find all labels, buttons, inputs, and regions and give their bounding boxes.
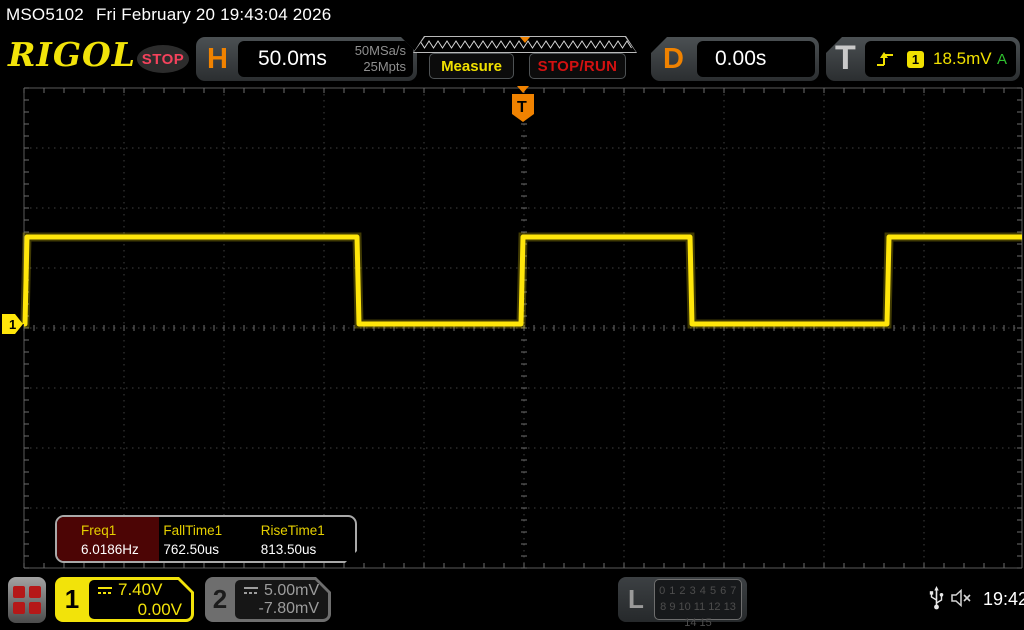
channel2-number: 2 bbox=[205, 577, 235, 622]
channel2-offset: -7.80mV bbox=[243, 600, 319, 618]
channel1-marker-label: 1 bbox=[9, 317, 16, 332]
red-tiles-icon bbox=[13, 586, 41, 614]
trigger-position-arrow-icon bbox=[517, 86, 529, 93]
channel1-values: 7.40V 0.00V bbox=[89, 580, 191, 619]
digital-channel-list: 0 1 2 3 4 5 6 7 8 9 10 11 12 13 14 15 bbox=[654, 579, 742, 620]
measurement-risetime1[interactable]: RiseTime1 813.50us bbox=[257, 517, 355, 561]
channel2-badge[interactable]: 2 5.00mV -7.80mV bbox=[205, 577, 331, 622]
digital-row-8-15: 8 9 10 11 12 13 14 15 bbox=[655, 600, 741, 630]
digital-channels-badge[interactable]: L 0 1 2 3 4 5 6 7 8 9 10 11 12 13 14 15 bbox=[618, 577, 747, 622]
digital-row-0-7: 0 1 2 3 4 5 6 7 bbox=[655, 584, 741, 600]
channel1-number: 1 bbox=[55, 577, 89, 622]
channel1-scale: 7.40V bbox=[118, 580, 162, 600]
oscilloscope-screen: MSO5102Fri February 20 19:43:04 2026 RIG… bbox=[0, 0, 1024, 630]
dc-coupling-icon bbox=[243, 582, 259, 600]
trigger-marker-label: T bbox=[517, 99, 527, 116]
digital-label: L bbox=[628, 584, 644, 615]
channel2-values: 5.00mV -7.80mV bbox=[235, 580, 328, 619]
measurement-label: RiseTime1 bbox=[261, 523, 355, 538]
measurement-label: FallTime1 bbox=[163, 523, 256, 538]
measurement-value: 6.0186Hz bbox=[81, 542, 159, 557]
measurement-value: 762.50us bbox=[163, 542, 256, 557]
speaker-muted-icon bbox=[950, 588, 974, 613]
usb-icon bbox=[929, 585, 944, 616]
channel1-offset: 0.00V bbox=[97, 600, 182, 620]
measurement-results-popup: Freq1 6.0186Hz FallTime1 762.50us RiseTi… bbox=[55, 515, 357, 563]
windows-menu-button[interactable] bbox=[8, 577, 46, 623]
channel2-scale: 5.00mV bbox=[264, 582, 319, 600]
dc-coupling-icon bbox=[97, 580, 113, 600]
channel1-badge[interactable]: 1 7.40V 0.00V bbox=[55, 577, 194, 622]
measurement-label: Freq1 bbox=[81, 523, 159, 538]
measurement-freq1[interactable]: Freq1 6.0186Hz bbox=[57, 517, 159, 561]
measurement-falltime1[interactable]: FallTime1 762.50us bbox=[159, 517, 256, 561]
clock-label: 19:42 bbox=[983, 589, 1024, 610]
measurement-value: 813.50us bbox=[261, 542, 355, 557]
